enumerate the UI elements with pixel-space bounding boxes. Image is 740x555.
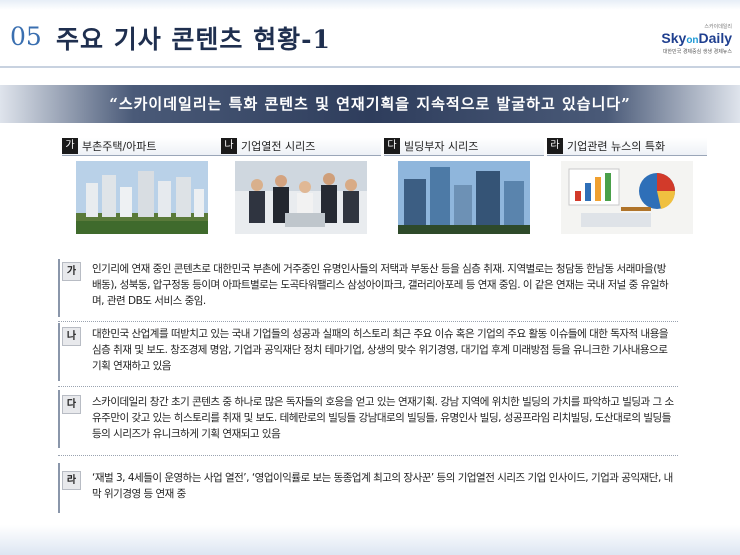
category-badge: 다 bbox=[384, 138, 400, 154]
header-divider bbox=[0, 66, 740, 68]
detail-text: 대한민국 산업계를 떠받치고 있는 국내 기업들의 성공과 실패의 히스토리 최… bbox=[92, 328, 669, 372]
category-badge: 라 bbox=[547, 138, 563, 154]
section-number: 05 bbox=[10, 22, 42, 51]
detail-text: 인기리에 연재 중인 콘텐츠로 대한민국 부촌에 거주중인 유명인사들의 저택과… bbox=[92, 263, 669, 307]
category-label-row: 라 기업관련 뉴스의 특화 bbox=[547, 138, 707, 156]
category-label: 기업열전 시리즈 bbox=[241, 140, 316, 153]
category-label: 부촌주택/아파트 bbox=[82, 140, 157, 153]
category-apartment: 가 부촌주택/아파트 bbox=[62, 138, 222, 234]
business-charts-photo bbox=[561, 161, 693, 234]
detail-accent-bar bbox=[58, 463, 60, 513]
headline-banner: “스카이데일리는 특화 콘텐츠 및 연재기획을 지속적으로 발굴하고 있습니다” bbox=[0, 85, 740, 123]
category-label-row: 가 부촌주택/아파트 bbox=[62, 138, 222, 156]
category-building: 다 빌딩부자 시리즈 bbox=[384, 138, 544, 234]
category-label: 기업관련 뉴스의 특화 bbox=[567, 140, 666, 153]
detail-badge: 다 bbox=[62, 395, 81, 414]
category-enterprise: 나 기업열전 시리즈 bbox=[221, 138, 381, 234]
category-business-news: 라 기업관련 뉴스의 특화 bbox=[547, 138, 707, 234]
page-header: 05 주요 기사 콘텐츠 현황-1 스카이데일리 SkyonDaily 대한민국… bbox=[0, 10, 740, 66]
logo-wordmark: SkyonDaily bbox=[640, 30, 732, 49]
category-label: 빌딩부자 시리즈 bbox=[404, 140, 479, 153]
logo-brand-on: on bbox=[686, 35, 699, 46]
detail-accent-bar bbox=[58, 323, 60, 381]
detail-text: ‘재벌 3, 4세들이 운영하는 사업 열전’, ‘영업이익률로 보는 동종업계… bbox=[92, 472, 673, 500]
row-divider bbox=[58, 386, 678, 387]
category-label-row: 다 빌딩부자 시리즈 bbox=[384, 138, 544, 156]
banner-text: “스카이데일리는 특화 콘텐츠 및 연재기획을 지속적으로 발굴하고 있습니다” bbox=[109, 95, 631, 113]
logo-tagline-bottom: 대한민국 경제중심 생생 경제뉴스 bbox=[662, 49, 732, 55]
category-badge: 가 bbox=[62, 138, 78, 154]
footer-gradient bbox=[0, 525, 740, 555]
page-title: 주요 기사 콘텐츠 현황-1 bbox=[56, 25, 331, 54]
row-divider bbox=[58, 321, 678, 322]
category-label-row: 나 기업열전 시리즈 bbox=[221, 138, 381, 156]
detail-accent-bar bbox=[58, 390, 60, 448]
detail-text: 스카이데일리 창간 초기 콘텐츠 중 하나로 많은 독자들의 호응을 얻고 있는… bbox=[92, 396, 674, 440]
detail-badge: 라 bbox=[62, 471, 81, 490]
category-badge: 나 bbox=[221, 138, 237, 154]
apartment-photo bbox=[76, 161, 208, 234]
office-buildings-photo bbox=[398, 161, 530, 234]
detail-badge: 나 bbox=[62, 327, 81, 346]
detail-accent-bar bbox=[58, 259, 60, 317]
detail-badge: 가 bbox=[62, 262, 81, 281]
logo-brand-daily: Daily bbox=[698, 30, 732, 46]
top-gradient-bar bbox=[0, 0, 740, 10]
row-divider bbox=[58, 455, 678, 456]
logo-brand-sky: Sky bbox=[661, 30, 687, 46]
business-people-photo bbox=[235, 161, 367, 234]
skyondaily-logo: 스카이데일리 SkyonDaily 대한민국 경제중심 생생 경제뉴스 bbox=[640, 24, 732, 64]
